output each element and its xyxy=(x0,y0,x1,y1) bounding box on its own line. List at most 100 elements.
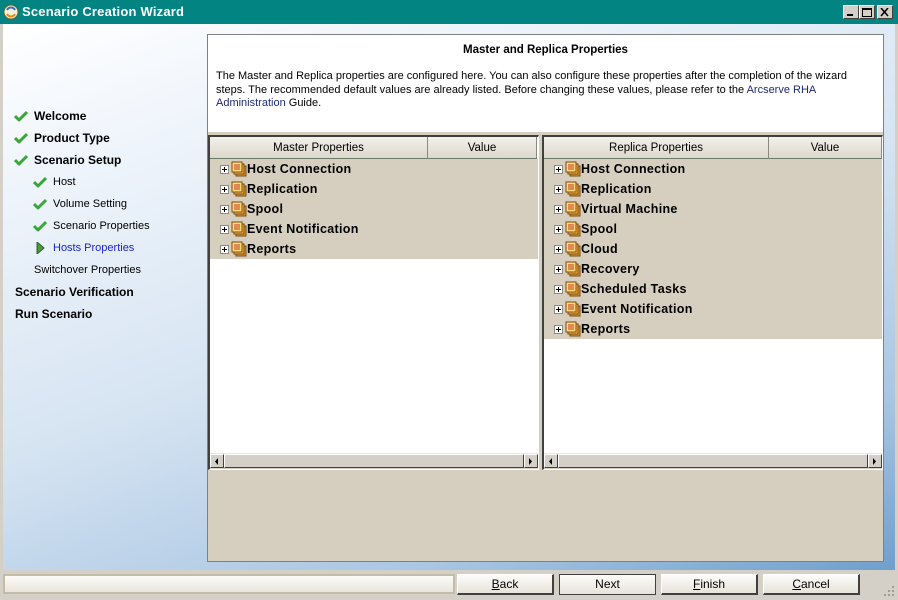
expand-plus-icon[interactable] xyxy=(220,245,229,254)
finish-button[interactable]: Finish xyxy=(661,574,758,595)
scrollbar-thumb[interactable] xyxy=(224,454,524,468)
property-group-label: Reports xyxy=(247,242,297,256)
property-group-row[interactable]: Spool xyxy=(210,199,538,219)
scrollbar-thumb[interactable] xyxy=(558,454,868,468)
wizard-step-label: Scenario Verification xyxy=(15,285,134,299)
description-end-text: Guide. xyxy=(285,97,322,109)
property-group-label: Replication xyxy=(581,182,652,196)
property-group-label: Recovery xyxy=(581,262,640,276)
wizard-step-label: Product Type xyxy=(34,131,110,145)
maximize-button[interactable] xyxy=(859,5,875,19)
wizard-step: Scenario Verification xyxy=(15,283,134,301)
expand-plus-icon[interactable] xyxy=(554,185,563,194)
property-group-label: Spool xyxy=(581,222,618,236)
property-group-row[interactable]: Cloud xyxy=(544,239,882,259)
back-mnemonic: B xyxy=(491,577,500,591)
expand-plus-icon[interactable] xyxy=(554,165,563,174)
property-group-label: Event Notification xyxy=(581,302,693,316)
resize-grip-icon[interactable] xyxy=(883,585,895,597)
expand-plus-icon[interactable] xyxy=(554,205,563,214)
property-group-icon xyxy=(565,281,581,297)
property-group-icon xyxy=(565,161,581,177)
property-group-row[interactable]: Event Notification xyxy=(210,219,538,239)
checkmark-icon xyxy=(14,154,28,166)
wizard-step: Welcome xyxy=(14,107,87,125)
wizard-step-label: Welcome xyxy=(34,109,87,123)
maximize-icon xyxy=(862,8,872,17)
wizard-step: Scenario Properties xyxy=(33,217,150,235)
property-group-icon xyxy=(231,181,247,197)
property-group-row[interactable]: Reports xyxy=(210,239,538,259)
property-group-icon xyxy=(565,201,581,217)
property-group-row[interactable]: Recovery xyxy=(544,259,882,279)
property-group-icon xyxy=(231,161,247,177)
minimize-button[interactable] xyxy=(843,5,859,19)
expand-plus-icon[interactable] xyxy=(554,325,563,334)
master-horizontal-scrollbar[interactable] xyxy=(210,453,538,469)
expand-plus-icon[interactable] xyxy=(554,225,563,234)
wizard-step: Product Type xyxy=(14,129,110,147)
next-label: Next xyxy=(595,577,620,591)
expand-plus-icon[interactable] xyxy=(220,205,229,214)
close-button[interactable] xyxy=(877,5,893,19)
checkmark-icon xyxy=(14,110,28,122)
next-button[interactable]: Next xyxy=(559,574,656,595)
replica-tree: Host Connection Replication Virtual Machin… xyxy=(544,159,882,339)
property-group-row[interactable]: Spool xyxy=(544,219,882,239)
replica-properties-column-header[interactable]: Replica Properties xyxy=(544,137,769,159)
wizard-step: Host xyxy=(33,173,76,191)
expand-plus-icon[interactable] xyxy=(554,245,563,254)
wizard-step-label: Scenario Setup xyxy=(34,153,122,167)
master-properties-grid: Master Properties Value Host Connection R… xyxy=(208,135,539,470)
scroll-left-button[interactable] xyxy=(210,454,224,468)
property-group-label: Reports xyxy=(581,322,631,336)
arrow-right-icon xyxy=(873,458,876,465)
wizard-step: Hosts Properties xyxy=(36,239,135,257)
status-bar xyxy=(3,574,455,594)
master-tree: Host Connection Replication Spool Event Not… xyxy=(210,159,538,259)
arrow-left-icon xyxy=(215,458,218,465)
property-group-row[interactable]: Host Connection xyxy=(210,159,538,179)
wizard-step: Volume Setting xyxy=(33,195,127,213)
checkmark-icon xyxy=(14,132,28,144)
property-group-row[interactable]: Virtual Machine xyxy=(544,199,882,219)
expand-plus-icon[interactable] xyxy=(554,265,563,274)
property-group-row[interactable]: Replication xyxy=(544,179,882,199)
property-group-icon xyxy=(565,241,581,257)
wizard-step: Switchover Properties xyxy=(34,261,141,279)
page-title: Master and Replica Properties xyxy=(463,44,628,56)
back-button[interactable]: Back xyxy=(457,574,554,595)
property-group-row[interactable]: Reports xyxy=(544,319,882,339)
scroll-right-button[interactable] xyxy=(524,454,538,468)
master-value-column-header[interactable]: Value xyxy=(428,137,537,159)
wizard-step: Run Scenario xyxy=(15,305,92,323)
cancel-button[interactable]: Cancel xyxy=(763,574,860,595)
property-group-icon xyxy=(565,221,581,237)
property-group-label: Virtual Machine xyxy=(581,202,678,216)
wizard-step: Scenario Setup xyxy=(14,151,122,169)
expand-plus-icon[interactable] xyxy=(220,225,229,234)
app-logo-icon xyxy=(3,4,19,20)
expand-plus-icon[interactable] xyxy=(220,165,229,174)
property-group-label: Host Connection xyxy=(581,162,686,176)
master-properties-column-header[interactable]: Master Properties xyxy=(210,137,428,159)
arrow-left-icon xyxy=(549,458,552,465)
expand-plus-icon[interactable] xyxy=(554,305,563,314)
replica-value-column-header[interactable]: Value xyxy=(769,137,882,159)
wizard-step-label: Hosts Properties xyxy=(53,242,135,254)
scroll-right-button[interactable] xyxy=(868,454,882,468)
expand-plus-icon[interactable] xyxy=(220,185,229,194)
property-group-row[interactable]: Scheduled Tasks xyxy=(544,279,882,299)
property-group-row[interactable]: Host Connection xyxy=(544,159,882,179)
scroll-left-button[interactable] xyxy=(544,454,558,468)
content-panel: Master and Replica Properties The Master… xyxy=(207,34,884,562)
title-bar: Scenario Creation Wizard xyxy=(0,0,898,24)
property-group-row[interactable]: Event Notification xyxy=(544,299,882,319)
wizard-footer: Back Next Finish Cancel xyxy=(0,570,898,600)
property-group-row[interactable]: Replication xyxy=(210,179,538,199)
page-description: The Master and Replica properties are co… xyxy=(216,70,876,111)
expand-plus-icon[interactable] xyxy=(554,285,563,294)
replica-horizontal-scrollbar[interactable] xyxy=(544,453,882,469)
property-group-icon xyxy=(565,261,581,277)
close-icon xyxy=(880,8,889,17)
